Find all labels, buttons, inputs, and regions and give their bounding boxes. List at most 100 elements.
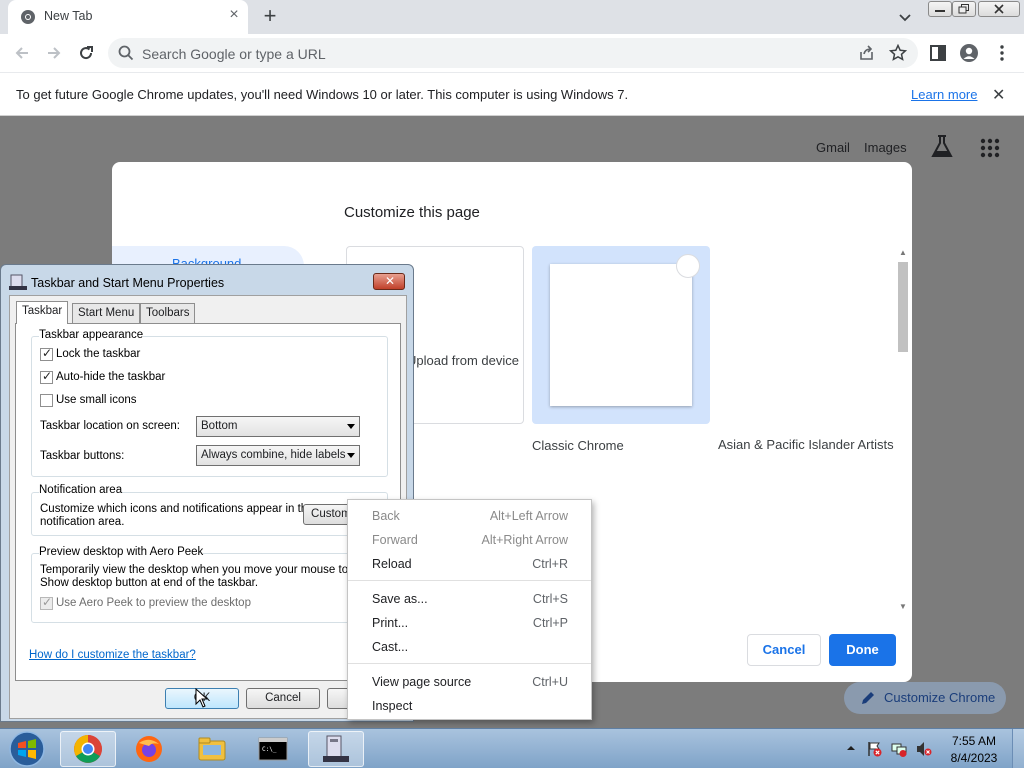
show-hidden-icons-arrow-icon[interactable] [846,743,856,753]
lock-taskbar-label: Lock the taskbar [56,348,141,360]
taskbar-app-taskbar-properties[interactable] [308,731,364,767]
mouse-cursor-icon [195,688,209,708]
tab-toolbars[interactable]: Toolbars [140,303,196,323]
taskbar-app-explorer[interactable] [184,731,240,767]
cancel-props-button[interactable]: Cancel [246,688,320,709]
new-tab-button[interactable]: + [260,5,280,27]
side-panel-icon[interactable] [928,43,948,63]
infobar-close-icon[interactable]: ✕ [992,85,1005,105]
pencil-icon [862,692,874,704]
dropdown-arrow-icon [347,453,355,458]
profile-avatar-icon[interactable] [959,43,979,63]
more-menu-icon[interactable] [992,43,1012,63]
menu-item-forward[interactable]: Forward Alt+Right Arrow [348,528,591,552]
lock-taskbar-checkbox[interactable] [40,346,53,361]
share-icon[interactable] [858,44,876,62]
notification-desc-line2: notification area. [40,516,125,528]
classic-chrome-preview [550,264,692,406]
forward-arrow-icon[interactable] [44,43,64,63]
omnibox[interactable]: Search Google or type a URL [108,38,918,68]
small-icons-checkbox[interactable] [40,394,53,407]
menu-item-inspect[interactable]: Inspect [348,694,591,718]
menu-item-print[interactable]: Print... Ctrl+P [348,611,591,635]
close-icon: ✕ [385,274,396,288]
tab-new-tab[interactable]: New Tab × [8,0,248,34]
location-select[interactable]: Bottom [196,416,360,437]
aero-peek-checkbox[interactable] [40,595,53,610]
menu-item-save-as[interactable]: Save as... Ctrl+S [348,587,591,611]
windows-taskbar: C:\_ 7:55 AM 8/4/2023 [0,728,1024,768]
tab-close-icon[interactable]: × [226,7,242,23]
buttons-label: Taskbar buttons: [40,450,125,462]
bookmark-star-icon[interactable] [889,44,907,62]
appearance-group-title: Taskbar appearance [39,329,144,341]
back-arrow-icon[interactable] [12,43,32,63]
classic-chrome-label: Classic Chrome [532,438,624,453]
buttons-select[interactable]: Always combine, hide labels [196,445,360,466]
tab-search-chevron-icon[interactable] [896,8,914,26]
infobar-message: To get future Google Chrome updates, you… [16,87,629,102]
dropdown-arrow-icon [347,424,355,429]
clock-time[interactable]: 7:55 AM [948,734,1000,748]
menu-separator [348,663,591,664]
taskbar-app-cmd[interactable]: C:\_ [245,731,301,767]
menu-item-cast[interactable]: Cast... [348,635,591,659]
firefox-icon [136,736,162,762]
done-button[interactable]: Done [829,634,896,666]
menu-item-shortcut: Alt+Right Arrow [481,533,569,547]
menu-item-label: Save as... [372,592,428,606]
taskbar-app-chrome[interactable] [60,731,116,767]
google-apps-grid-icon[interactable] [980,138,1000,158]
aero-peek-label: Use Aero Peek to preview the desktop [56,597,251,609]
window-close-button[interactable] [978,1,1020,17]
cmd-icon: C:\_ [258,737,288,761]
scrollbar-thumb[interactable] [898,262,908,352]
file-explorer-icon [198,737,226,761]
menu-item-back[interactable]: Back Alt+Left Arrow [348,504,591,528]
update-infobar: To get future Google Chrome updates, you… [0,72,1024,116]
labs-flask-icon[interactable] [930,134,954,160]
network-icon[interactable] [891,741,907,757]
menu-item-shortcut: Ctrl+R [532,557,568,571]
volume-muted-icon[interactable] [916,741,932,757]
action-center-flag-icon[interactable] [866,741,882,757]
clock-date[interactable]: 8/4/2023 [948,751,1000,765]
taskbar-props-close-button[interactable]: ✕ [373,273,405,290]
window-restore-button[interactable] [952,1,976,17]
customize-chrome-button[interactable]: Customize Chrome [844,682,1006,714]
aero-peek-group-title: Preview desktop with Aero Peek [39,546,204,558]
cancel-button[interactable]: Cancel [747,634,821,666]
autohide-taskbar-label: Auto-hide the taskbar [56,371,166,383]
context-menu: Back Alt+Left Arrow Forward Alt+Right Arro… [347,499,592,720]
help-link[interactable]: How do I customize the taskbar? [29,649,196,661]
asian-pacific-artists-label[interactable]: Asian & Pacific Islander Artists [718,437,894,452]
menu-item-label: Cast... [372,640,409,654]
classic-chrome-tile[interactable] [532,246,710,424]
start-button-icon[interactable] [6,730,48,768]
taskbar-app-firefox[interactable] [121,731,177,767]
menu-item-label: Inspect [372,699,413,713]
reload-icon[interactable] [76,43,96,63]
window-minimize-button[interactable] [928,1,952,17]
scroll-down-arrow-icon[interactable]: ▼ [899,602,907,611]
search-icon [118,45,134,61]
learn-more-link[interactable]: Learn more [911,87,977,102]
autohide-taskbar-checkbox[interactable] [40,369,53,384]
tab-strip: New Tab × + [0,0,1024,34]
images-link[interactable]: Images [864,140,907,155]
menu-separator [348,580,591,581]
menu-item-shortcut: Ctrl+P [532,616,568,630]
show-desktop-button[interactable] [1012,729,1024,768]
menu-item-reload[interactable]: Reload Ctrl+R [348,552,591,576]
tab-start-menu[interactable]: Start Menu [72,303,141,323]
omnibox-placeholder: Search Google or type a URL [142,46,326,62]
tab-taskbar[interactable]: Taskbar [16,301,69,324]
tab-title: New Tab [44,9,93,23]
dialog-title: Customize this page [344,204,480,221]
menu-item-view-source[interactable]: View page source Ctrl+U [348,670,591,694]
menu-item-shortcut: Ctrl+S [532,592,568,606]
scroll-up-arrow-icon[interactable]: ▲ [899,248,907,257]
gmail-link[interactable]: Gmail [816,140,850,155]
taskbar-tab-panel: Taskbar appearance Lock the taskbar Auto… [15,323,401,681]
menu-item-shortcut: Alt+Left Arrow [489,509,568,523]
